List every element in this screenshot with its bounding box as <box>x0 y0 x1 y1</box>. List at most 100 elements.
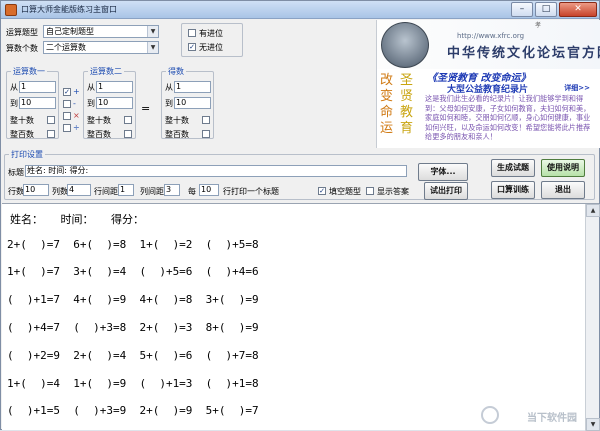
number-one-group: 运算数一 从 1 到 10 整十数 整百数 <box>6 66 59 139</box>
vertical-scrollbar[interactable]: ▲ ▼ <box>585 204 600 431</box>
col-gap-label: 列间距 <box>140 187 164 196</box>
to-label: 到 <box>10 99 18 108</box>
show-answer-checkbox[interactable] <box>366 187 374 195</box>
each-suffix-label: 行打印一个标题 <box>223 187 279 196</box>
worksheet-header: 姓名： 时间： 得分： <box>10 213 144 226</box>
worksheet-row: 1+( )=4 1+( )=9 ( )+1=3 ( )+1=8 <box>7 377 259 390</box>
help-button[interactable]: 使用说明 <box>541 159 585 177</box>
tens-label: 整十数 <box>10 116 34 125</box>
tens-label: 整十数 <box>87 116 111 125</box>
rows-input[interactable]: 10 <box>23 184 49 196</box>
banner-text: 这是我们此生必看的纪录片！让我们能够学到和得到：父母如何安康，子女如何教育，夫妇… <box>425 94 591 141</box>
window-title: 口算大师金能版练习主窗口 <box>21 5 117 14</box>
each-label: 每 <box>188 187 196 196</box>
banner-url: http://www.xfrc.org <box>457 32 525 40</box>
exit-button[interactable]: 退出 <box>541 181 585 199</box>
number-two-to-input[interactable]: 10 <box>96 97 133 109</box>
app-icon <box>5 3 17 16</box>
rows-label: 行数 <box>8 187 24 196</box>
row-gap-label: 行间距 <box>94 187 118 196</box>
number-one-hundreds-checkbox[interactable] <box>47 130 55 138</box>
divide-label: ÷ <box>73 123 80 132</box>
drill-button[interactable]: 口算训练 <box>491 181 535 199</box>
worksheet-row: 1+( )=7 3+( )=4 ( )+5=6 ( )+4=6 <box>7 265 259 278</box>
portrait-image <box>381 22 429 68</box>
op-type-select[interactable]: 自己定制题型 ▼ <box>43 25 159 38</box>
chevron-down-icon: ▼ <box>147 42 158 53</box>
banner-title: 中华传统文化论坛官方网 <box>447 46 600 61</box>
no-carry-label: 无进位 <box>199 43 223 52</box>
carry-label: 有进位 <box>199 29 223 38</box>
row-gap-input[interactable]: 1 <box>118 184 134 196</box>
minus-label: - <box>73 99 76 108</box>
main-window: 口算大师金能版练习主窗口 – □ ✕ 运算题型 自己定制题型 ▼ 算数个数 二个运… <box>0 0 600 431</box>
plus-label: + <box>73 87 80 96</box>
tens-label: 整十数 <box>165 116 189 125</box>
number-two-group: 运算数二 从 1 到 10 整十数 整百数 <box>83 66 136 139</box>
font-button[interactable]: 字体... <box>418 163 468 181</box>
worksheet-preview[interactable]: 姓名： 时间： 得分： 2+( )=7 6+( )=8 1+( )=2 ( )+… <box>2 203 600 431</box>
number-one-tens-checkbox[interactable] <box>47 116 55 124</box>
hundreds-label: 整百数 <box>10 130 34 139</box>
number-two-hundreds-checkbox[interactable] <box>124 130 132 138</box>
number-two-tens-checkbox[interactable] <box>124 116 132 124</box>
generate-button[interactable]: 生成试题 <box>491 159 535 177</box>
worksheet-row: ( )+1=7 4+( )=9 4+( )=8 3+( )=9 <box>7 293 259 306</box>
no-carry-checkbox[interactable]: ✓ <box>188 43 196 51</box>
promo-banner[interactable]: 孝 http://www.xfrc.org 中华传统文化论坛官方网 改变命运 圣… <box>376 20 600 148</box>
worksheet-row: ( )+2=9 2+( )=4 5+( )=6 ( )+7=8 <box>7 349 259 362</box>
hundreds-label: 整百数 <box>165 130 189 139</box>
plus-checkbox[interactable]: ✓ <box>63 88 71 96</box>
divide-checkbox[interactable] <box>63 124 71 132</box>
watermark-text: 当下软件园 <box>527 413 577 424</box>
worksheet-row: ( )+4=7 ( )+3=8 2+( )=3 8+( )=9 <box>7 321 259 334</box>
hundreds-label: 整百数 <box>87 130 111 139</box>
equals-sign: = <box>141 102 151 115</box>
op-type-value: 自己定制题型 <box>46 27 94 36</box>
count-label: 算数个数 <box>6 44 38 53</box>
times-checkbox[interactable] <box>63 112 71 120</box>
print-settings-title: 打印设置 <box>9 149 45 160</box>
each-input[interactable]: 10 <box>199 184 219 196</box>
scroll-up-icon[interactable]: ▲ <box>586 204 600 217</box>
from-label: 从 <box>165 83 173 92</box>
to-label: 到 <box>87 99 95 108</box>
number-one-title: 运算数一 <box>11 66 47 77</box>
title-input[interactable]: 姓名: 时间: 得分: <box>25 165 407 177</box>
op-type-label: 运算题型 <box>6 28 38 37</box>
cols-label: 列数 <box>52 187 68 196</box>
chevron-down-icon: ▼ <box>147 26 158 37</box>
title-bar[interactable]: 口算大师金能版练习主窗口 – □ ✕ <box>1 1 599 19</box>
minus-checkbox[interactable] <box>63 100 71 108</box>
result-tens-checkbox[interactable] <box>202 116 210 124</box>
number-two-title: 运算数二 <box>88 66 124 77</box>
watermark-logo-icon <box>481 406 499 424</box>
count-select[interactable]: 二个运算数 ▼ <box>43 41 159 54</box>
number-one-from-input[interactable]: 1 <box>19 81 56 93</box>
fill-mode-checkbox[interactable]: ✓ <box>318 187 326 195</box>
vertical-text-right: 圣贤教育 <box>399 73 413 136</box>
col-gap-input[interactable]: 3 <box>164 184 180 196</box>
scroll-down-icon[interactable]: ▼ <box>586 418 600 431</box>
vertical-text-left: 改变命运 <box>379 73 393 136</box>
banner-seal: 孝 <box>535 22 543 29</box>
show-answer-label: 显示答案 <box>377 187 409 196</box>
carry-group: 有进位 ✓ 无进位 <box>181 23 243 57</box>
from-label: 从 <box>10 83 18 92</box>
number-one-to-input[interactable]: 10 <box>19 97 56 109</box>
cols-input[interactable]: 4 <box>67 184 91 196</box>
number-two-from-input[interactable]: 1 <box>96 81 133 93</box>
carry-checkbox[interactable] <box>188 29 196 37</box>
result-title: 得数 <box>166 66 186 77</box>
times-label: × <box>73 111 80 120</box>
detail-link[interactable]: 详细>> <box>564 83 590 93</box>
title-label: 标题 <box>8 168 24 177</box>
print-button[interactable]: 试出打印 <box>424 182 468 200</box>
fill-mode-label: 填空题型 <box>329 187 361 196</box>
result-hundreds-checkbox[interactable] <box>202 130 210 138</box>
close-button[interactable]: ✕ <box>559 2 597 17</box>
result-to-input[interactable]: 10 <box>174 97 211 109</box>
maximize-button[interactable]: □ <box>535 2 557 17</box>
minimize-button[interactable]: – <box>511 2 533 17</box>
result-from-input[interactable]: 1 <box>174 81 211 93</box>
